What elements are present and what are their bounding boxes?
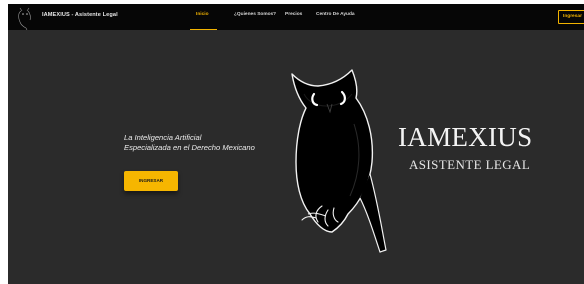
owl-logo-icon[interactable]	[12, 4, 38, 30]
nav-link-quienes-somos[interactable]: ¿Quienes Somos?	[234, 12, 276, 17]
ingresar-button[interactable]: INGRESAR	[124, 171, 178, 191]
hero-tagline-line-1: La Inteligencia Artificial	[124, 133, 202, 142]
active-nav-indicator	[190, 29, 217, 30]
logo-subtitle: ASISTENTE LEGAL	[409, 157, 531, 172]
login-button[interactable]: Ingresar	[558, 10, 584, 24]
page-frame: IAMEXIUS - Asistente Legal Inicio ¿Quien…	[8, 4, 584, 284]
hero-tagline-line-2: Especializada en el Derecho Mexicano	[124, 143, 255, 152]
nav-link-centro-de-ayuda[interactable]: Centro De Ayuda	[316, 12, 355, 17]
logo-title: IAMEXIUS	[398, 122, 533, 152]
top-navbar: IAMEXIUS - Asistente Legal Inicio ¿Quien…	[8, 4, 584, 30]
owl-icon	[291, 69, 387, 253]
hero-tagline: La Inteligencia Artificial Especializada…	[124, 133, 255, 153]
brand-name[interactable]: IAMEXIUS - Asistente Legal	[42, 12, 118, 18]
nav-link-inicio[interactable]: Inicio	[196, 12, 209, 17]
nav-link-precios[interactable]: Precios	[285, 12, 302, 17]
